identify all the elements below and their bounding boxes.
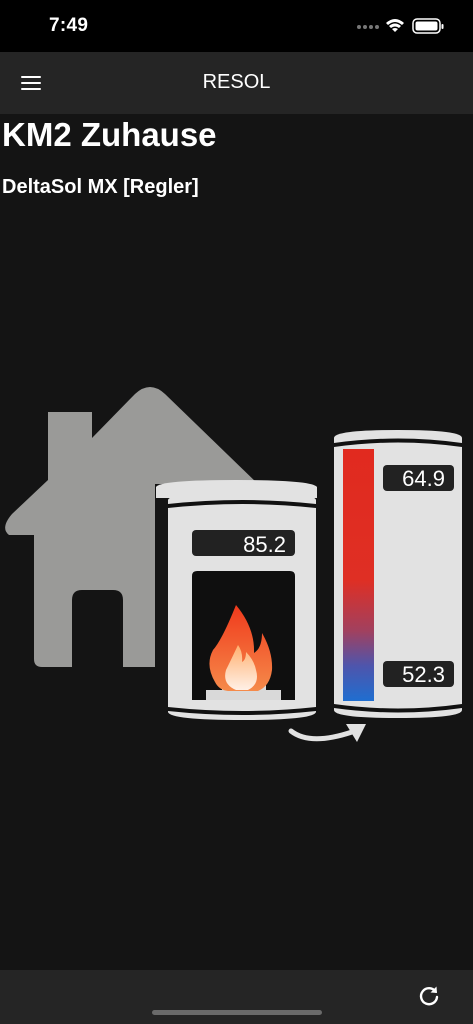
- system-scheme: 85.2 64.9 52.3: [5, 387, 462, 742]
- status-bar: 7:49: [0, 0, 473, 52]
- storage-tank: 64.9 52.3: [334, 430, 462, 718]
- boiler-temp-value: 85.2: [243, 532, 286, 557]
- wifi-icon: [386, 19, 404, 32]
- tank-bottom-temp-value: 52.3: [402, 662, 445, 687]
- refresh-icon: [419, 986, 439, 1006]
- flow-arrow-icon: [288, 724, 366, 742]
- controller-subtitle: DeltaSol MX [Regler]: [2, 176, 199, 198]
- refresh-button[interactable]: [417, 984, 441, 1008]
- app-title: RESOL: [202, 71, 271, 93]
- tank-top-temp-value: 64.9: [402, 466, 445, 491]
- status-icons: [357, 18, 444, 34]
- page-title: KM2 Zuhause: [2, 116, 217, 153]
- app-bar: RESOL: [0, 52, 473, 114]
- boiler: 85.2: [156, 480, 317, 720]
- bottom-toolbar: [0, 970, 473, 1024]
- status-time: 7:49: [49, 15, 89, 36]
- home-indicator: [152, 1010, 322, 1015]
- cellular-signal-icon: [357, 25, 379, 29]
- battery-icon: [412, 18, 444, 34]
